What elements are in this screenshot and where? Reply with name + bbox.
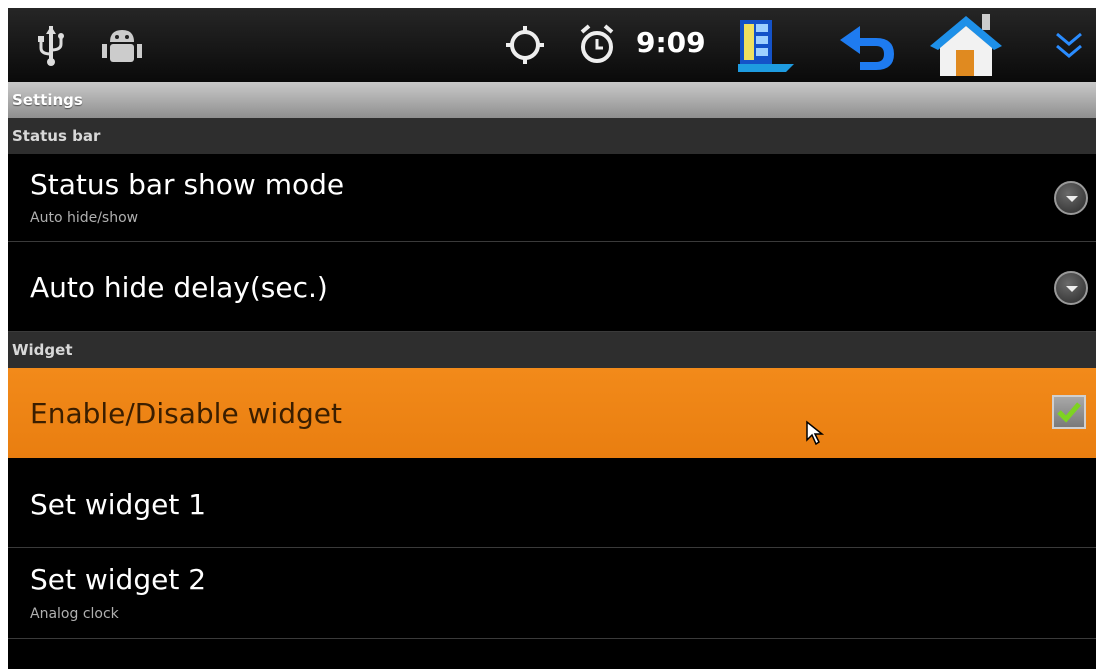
pref-set-widget-2[interactable]: Set widget 2 Analog clock bbox=[8, 548, 1096, 639]
pref-status-bar-show-mode[interactable]: Status bar show mode Auto hide/show bbox=[8, 154, 1096, 242]
check-icon bbox=[1057, 402, 1081, 423]
expand-icon[interactable] bbox=[1054, 30, 1084, 62]
page-title: Settings bbox=[8, 82, 1096, 118]
dropdown-arrow-icon[interactable] bbox=[1054, 271, 1088, 305]
android-debug-icon bbox=[102, 30, 142, 62]
home-icon[interactable] bbox=[928, 12, 1004, 78]
screen-icon[interactable] bbox=[736, 18, 798, 74]
category-widget: Widget bbox=[8, 332, 1096, 368]
pref-auto-hide-delay[interactable]: Auto hide delay(sec.) bbox=[8, 242, 1096, 332]
usb-icon bbox=[38, 26, 64, 66]
settings-screen: 9:09 Settings Status bar Status bar show… bbox=[8, 8, 1096, 669]
pref-title: Auto hide delay(sec.) bbox=[30, 271, 328, 304]
status-bar: 9:09 bbox=[8, 8, 1096, 82]
category-status-bar: Status bar bbox=[8, 118, 1096, 154]
gps-icon bbox=[506, 26, 544, 64]
pref-summary: Analog clock bbox=[30, 606, 119, 622]
pref-enable-widget[interactable]: Enable/Disable widget bbox=[8, 368, 1096, 458]
pref-summary: Auto hide/show bbox=[30, 210, 139, 226]
pref-title: Set widget 2 bbox=[30, 563, 207, 596]
dropdown-arrow-icon[interactable] bbox=[1054, 181, 1088, 215]
pref-title: Enable/Disable widget bbox=[30, 397, 343, 430]
pref-title: Status bar show mode bbox=[30, 168, 345, 201]
mouse-cursor-icon bbox=[806, 420, 825, 446]
status-time: 9:09 bbox=[636, 26, 706, 59]
pref-title: Set widget 1 bbox=[30, 488, 207, 521]
widget-checkbox[interactable] bbox=[1052, 395, 1086, 429]
alarm-icon bbox=[580, 24, 614, 63]
pref-set-widget-1[interactable]: Set widget 1 bbox=[8, 458, 1096, 548]
back-icon[interactable] bbox=[836, 22, 900, 72]
